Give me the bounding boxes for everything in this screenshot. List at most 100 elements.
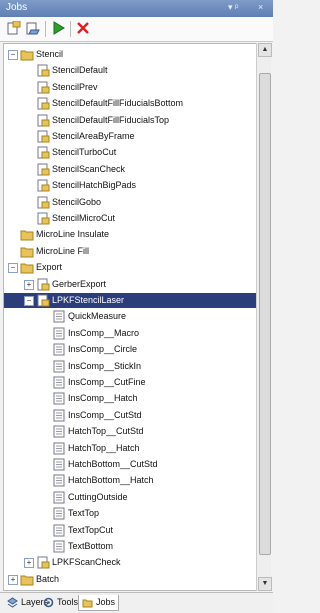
tree-item-label: StencilDefaultFillFiducialsTop (52, 114, 170, 125)
job-icon (36, 196, 50, 209)
job-icon (36, 81, 50, 94)
tree-item[interactable]: StencilTurboCut (4, 145, 256, 160)
tree-item[interactable]: HatchTop__CutStd (4, 424, 256, 439)
tree-item[interactable]: StencilGobo (4, 195, 256, 210)
tree-item[interactable]: − Export (4, 260, 256, 275)
run-button[interactable] (50, 20, 66, 36)
tree-item-label: QuickMeasure (68, 311, 127, 322)
tree-item[interactable]: QuickMeasure (4, 309, 256, 324)
tree-item-label: TextTop (68, 508, 100, 519)
document-icon (52, 524, 66, 537)
document-icon (52, 392, 66, 405)
document-icon (52, 507, 66, 520)
job-icon (36, 114, 50, 127)
tree-item[interactable]: CuttingOutside (4, 490, 256, 505)
jobs-toolbar (0, 17, 273, 42)
tree-item[interactable]: HatchBottom__Hatch (4, 473, 256, 488)
tree-item-label: TextTopCut (68, 524, 114, 535)
tree-item-label: StencilScanCheck (52, 163, 126, 174)
collapse-toggle[interactable]: − (8, 263, 18, 274)
collapse-toggle[interactable]: − (8, 50, 18, 60)
tree-item-label: MicroLine Fill (36, 245, 90, 256)
collapse-toggle[interactable]: − (24, 296, 34, 306)
tree-item-label: InsComp__CutFine (68, 377, 146, 387)
tree-item-label: StencilGobo (52, 196, 102, 207)
tree-item-label: StencilDefaultFillFiducialsBottom (52, 98, 184, 109)
job-icon (36, 64, 50, 77)
pin-icon[interactable]: ▾ ᵖ (228, 2, 238, 13)
panel-tabs: Layers Tools Jobs (0, 592, 273, 613)
tree-item-label: HatchTop__Hatch (68, 442, 140, 453)
tree-item[interactable]: StencilScanCheck (4, 162, 256, 177)
tree-item[interactable]: StencilDefaultFillFiducialsTop (4, 113, 256, 128)
tree-item[interactable]: TextTop (4, 506, 256, 521)
job-icon (36, 556, 50, 569)
new-job-icon (7, 21, 21, 35)
toolbar-separator (45, 21, 46, 37)
document-icon (52, 360, 66, 373)
expand-toggle[interactable]: + (24, 558, 34, 569)
tree-item-label: Stencil (36, 49, 64, 59)
expand-toggle[interactable]: + (24, 279, 34, 290)
job-icon (36, 146, 50, 159)
tree-item[interactable]: TextTopCut (4, 523, 256, 538)
tree-item[interactable]: InsComp__Circle (4, 342, 256, 357)
tree-item[interactable]: StencilAreaByFrame (4, 129, 256, 144)
tree-item-label: InsComp__CutStd (68, 409, 142, 420)
tree-item[interactable]: InsComp__Macro (4, 326, 256, 341)
folder-icon (20, 48, 34, 61)
document-icon (52, 442, 66, 455)
document-icon (52, 409, 66, 422)
tree-item[interactable]: MicroLine Insulate (4, 227, 256, 242)
expand-toggle[interactable]: + (8, 574, 18, 585)
tree-item[interactable]: StencilDefault (4, 63, 256, 78)
tree-item[interactable]: + Batch (4, 572, 256, 587)
tree-item-label: InsComp__Hatch (68, 393, 138, 404)
tree-item[interactable]: − Stencil (4, 47, 256, 62)
tree-item-label: LPKFStencilLaser (52, 295, 125, 305)
job-icon (36, 294, 50, 307)
tree-item[interactable]: InsComp__CutStd (4, 408, 256, 423)
tree-item[interactable]: + LPKFScanCheck (4, 555, 256, 570)
tree-item[interactable]: InsComp__Hatch (4, 391, 256, 406)
delete-button[interactable] (75, 20, 91, 36)
scroll-thumb[interactable] (259, 73, 271, 555)
tree-item-label: LPKFScanCheck (52, 557, 121, 568)
tree-item[interactable]: TextBottom (4, 539, 256, 554)
tree-item-label: Batch (36, 573, 60, 584)
tree-item[interactable]: StencilMicroCut (4, 211, 256, 226)
tree-item[interactable]: + GerberExport (4, 277, 256, 292)
tree-item-label: InsComp__StickIn (68, 360, 142, 371)
job-icon (36, 212, 50, 225)
tree-item-label: InsComp__Macro (68, 327, 140, 338)
jobs-tree[interactable]: − Stencil StencilDefault StencilPrev Stencil… (3, 43, 257, 591)
tree-item[interactable]: InsComp__CutFine (4, 375, 256, 390)
tree-item-label: StencilHatchBigPads (52, 180, 137, 191)
tree-item[interactable]: HatchBottom__CutStd (4, 457, 256, 472)
job-icon (36, 278, 50, 291)
tree-item[interactable]: InsComp__StickIn (4, 359, 256, 374)
tree-item[interactable]: − LPKFStencilLaser (4, 293, 256, 308)
document-icon (52, 458, 66, 471)
tab-jobs[interactable]: Jobs (78, 595, 120, 611)
new-job-button[interactable] (6, 20, 22, 36)
open-job-button[interactable] (25, 20, 41, 36)
tree-item[interactable]: MicroLine Fill (4, 244, 256, 259)
tree-item-label: StencilTurboCut (52, 147, 117, 158)
tree-item-label: Export (36, 262, 63, 273)
tree-item-label: InsComp__Circle (68, 344, 138, 355)
tree-item-label: HatchTop__CutStd (68, 426, 144, 437)
tree-item[interactable]: StencilDefaultFillFiducialsBottom (4, 96, 256, 111)
tree-item-label: HatchBottom__CutStd (68, 459, 158, 469)
scroll-down-button[interactable]: ▼ (258, 577, 272, 591)
tree-item[interactable]: HatchTop__Hatch (4, 441, 256, 456)
close-icon[interactable]: × (258, 2, 263, 12)
vertical-scrollbar[interactable]: ▲ ▼ (256, 43, 272, 591)
document-icon (52, 425, 66, 438)
tree-item[interactable]: StencilPrev (4, 80, 256, 95)
tab-tools[interactable]: Tools (40, 595, 81, 610)
scroll-up-button[interactable]: ▲ (258, 43, 272, 57)
toolbar-separator (70, 21, 71, 37)
delete-icon (77, 22, 89, 34)
tree-item[interactable]: StencilHatchBigPads (4, 178, 256, 193)
